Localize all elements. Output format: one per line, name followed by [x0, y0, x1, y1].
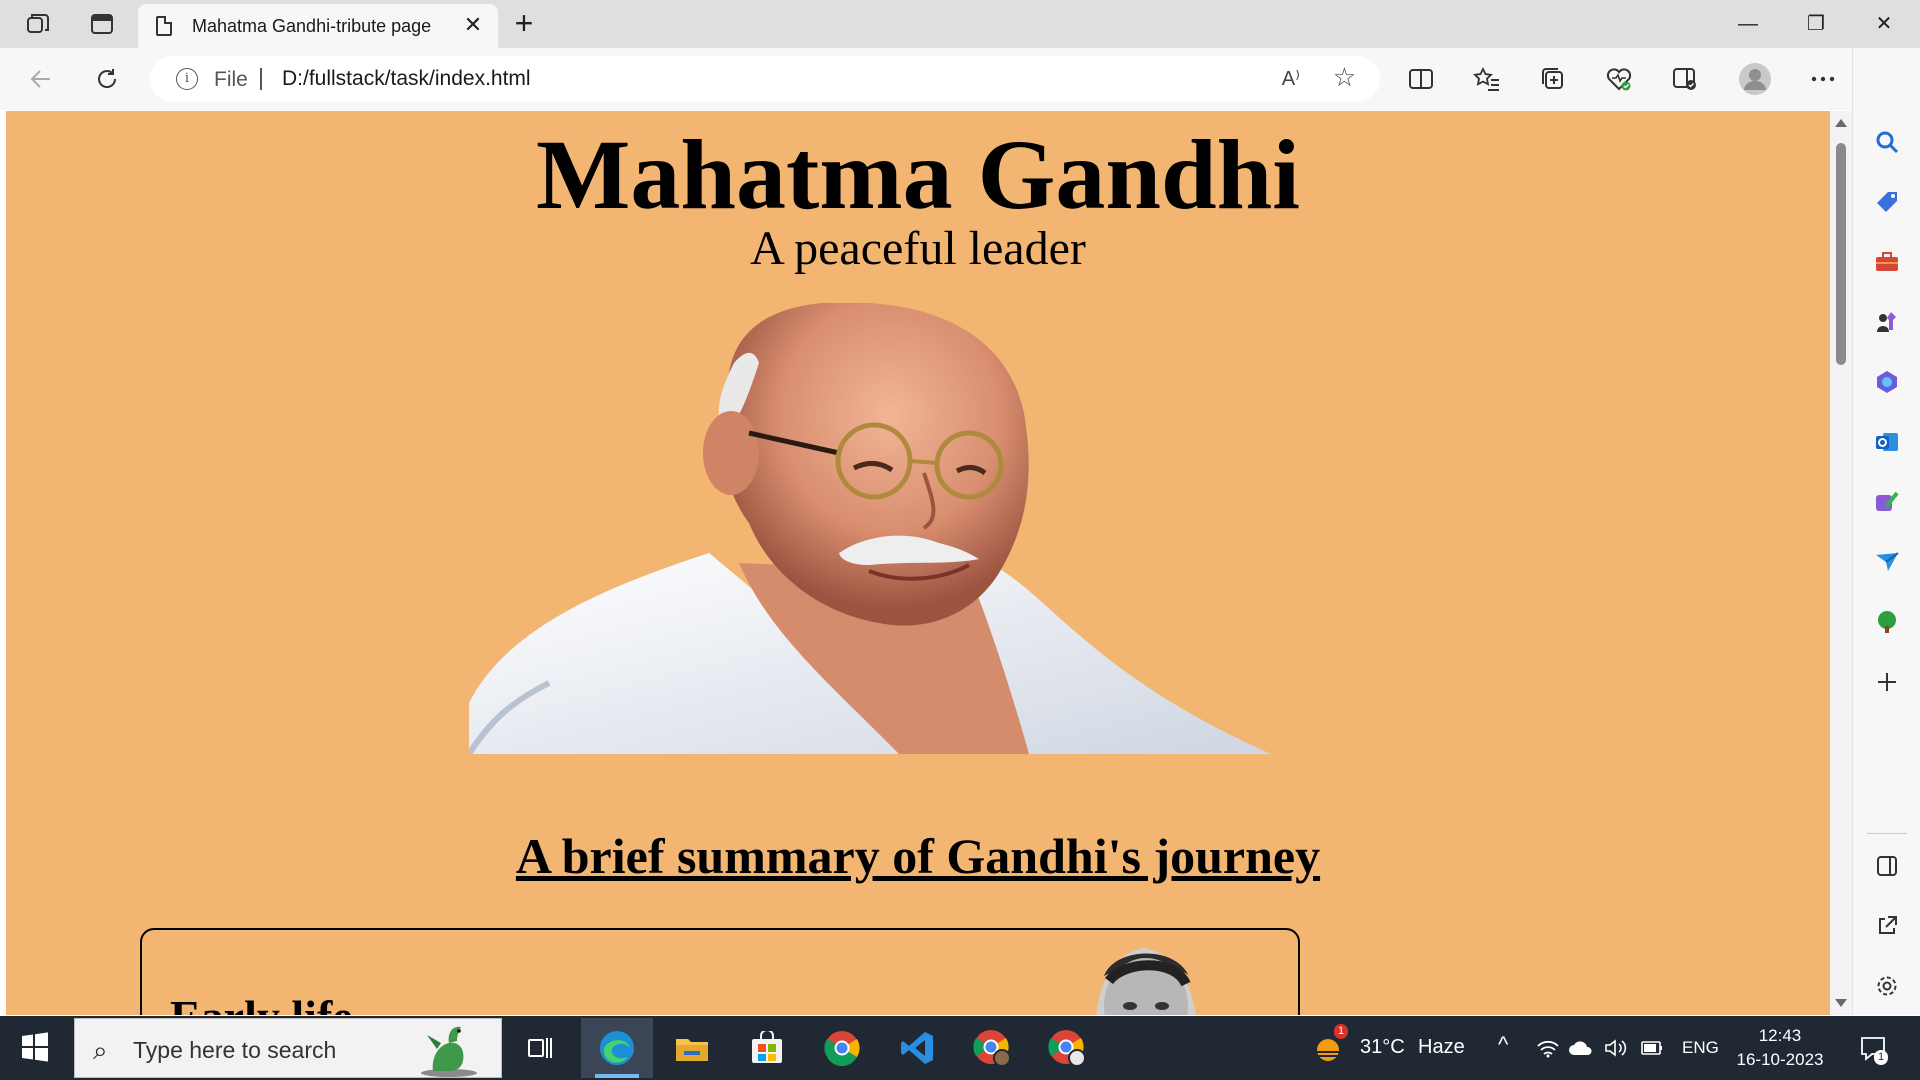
profile-icon[interactable]: [1736, 60, 1774, 98]
outlook-icon[interactable]: [1867, 422, 1907, 462]
address-bar[interactable]: i File D:/fullstack/task/index.html A⁾ ☆: [150, 56, 1380, 102]
favorite-star-icon[interactable]: ☆: [1333, 62, 1356, 93]
sidebar-divider: [1867, 833, 1907, 834]
battery-icon[interactable]: [1638, 1040, 1664, 1056]
page-document-icon: [156, 16, 172, 36]
scroll-up-arrow-icon[interactable]: [1835, 119, 1847, 127]
taskbar-clock[interactable]: 12:43 16-10-2023: [1730, 1024, 1830, 1072]
hide-sidebar-icon[interactable]: [1867, 846, 1907, 886]
page-title: Mahatma Gandhi: [535, 119, 1300, 230]
chrome-icon[interactable]: [806, 1018, 878, 1078]
young-gandhi-photo: [1096, 948, 1197, 1015]
store-icon[interactable]: [731, 1018, 803, 1078]
tab-title: Mahatma Gandhi-tribute page: [192, 16, 432, 36]
volume-icon[interactable]: [1604, 1038, 1628, 1058]
active-tab[interactable]: Mahatma Gandhi-tribute page ✕: [138, 4, 498, 48]
edge-taskbar-icon[interactable]: [581, 1018, 653, 1078]
close-tab-icon[interactable]: ✕: [460, 12, 486, 38]
refresh-icon[interactable]: [88, 60, 126, 98]
send-icon[interactable]: [1867, 542, 1907, 582]
scroll-thumb[interactable]: [1836, 143, 1846, 365]
taskbar-search-placeholder: Type here to search: [133, 1037, 337, 1063]
vertical-scrollbar[interactable]: [1830, 111, 1852, 1015]
microsoft365-icon[interactable]: [1867, 362, 1907, 402]
chrome-profile-icon[interactable]: [956, 1018, 1028, 1078]
task-view-icon[interactable]: [504, 1018, 576, 1078]
windows-taskbar: ⌕ Type here to search 1 31°C Haze ^ ENG …: [0, 1016, 1920, 1080]
site-info-icon[interactable]: i: [176, 68, 198, 90]
tab-actions-icon[interactable]: [86, 8, 118, 40]
browser-toolbar: i File D:/fullstack/task/index.html A⁾ ☆: [0, 48, 1920, 110]
weather-condition[interactable]: Haze: [1418, 1036, 1465, 1059]
url-text[interactable]: D:/fullstack/task/index.html: [282, 67, 531, 91]
weather-badge: 1: [1334, 1024, 1349, 1039]
address-separator: [260, 68, 262, 90]
card-heading: Early life: [170, 990, 353, 1015]
section-title: A brief summary of Gandhi's journey: [515, 828, 1321, 884]
page-viewport: Mahatma Gandhi A peaceful leader A brief…: [6, 111, 1830, 1015]
onedrive-cloud-icon[interactable]: [1568, 1040, 1594, 1056]
copilot-sidebar-icon[interactable]: [1666, 60, 1704, 98]
split-screen-icon[interactable]: [1402, 60, 1440, 98]
windows-start-icon[interactable]: [10, 1030, 58, 1066]
screen: Mahatma Gandhi-tribute page ✕ + — ❐ ✕ i …: [0, 0, 1920, 1080]
taskbar-search-icon: ⌕: [93, 1035, 108, 1065]
early-life-card: Early life: [140, 928, 1300, 1015]
more-icon[interactable]: [1804, 60, 1842, 98]
read-aloud-icon[interactable]: A⁾: [1282, 66, 1300, 91]
new-tab-button[interactable]: +: [508, 7, 540, 40]
settings-icon[interactable]: [1867, 966, 1907, 1006]
collections-icon[interactable]: [1534, 60, 1572, 98]
back-icon[interactable]: [22, 60, 60, 98]
clock-time: 12:43: [1758, 1026, 1802, 1045]
tools-icon[interactable]: [1867, 242, 1907, 282]
weather-temp[interactable]: 31°C: [1360, 1036, 1405, 1059]
title-bar: Mahatma Gandhi-tribute page ✕ + — ❐ ✕: [0, 0, 1920, 48]
tree-icon[interactable]: [1867, 602, 1907, 642]
clock-date: 16-10-2023: [1736, 1050, 1824, 1069]
vscode-icon[interactable]: [881, 1018, 953, 1078]
taskbar-search-box[interactable]: ⌕ Type here to search: [74, 1018, 502, 1078]
minimize-button[interactable]: —: [1718, 6, 1778, 42]
page-subtitle: A peaceful leader: [750, 222, 1086, 275]
close-window-button[interactable]: ✕: [1854, 6, 1914, 42]
network-wifi-icon[interactable]: [1536, 1038, 1560, 1058]
edge-sidebar: [1852, 48, 1920, 1015]
add-icon[interactable]: [1867, 662, 1907, 702]
notification-count-badge: 1: [1874, 1050, 1889, 1065]
gandhi-portrait-image: [469, 303, 1271, 754]
chrome-profile-2-icon[interactable]: [1031, 1018, 1103, 1078]
designer-icon[interactable]: [1867, 482, 1907, 522]
workspaces-icon[interactable]: [22, 8, 54, 40]
search-icon[interactable]: [1867, 122, 1907, 162]
show-hidden-icons-chevron-icon[interactable]: ^: [1498, 1032, 1508, 1058]
language-indicator[interactable]: ENG: [1682, 1038, 1719, 1058]
open-external-icon[interactable]: [1867, 906, 1907, 946]
search-highlight-dragon-icon: [421, 1026, 477, 1077]
scheme-label: File: [214, 68, 248, 91]
favorites-icon[interactable]: [1468, 60, 1506, 98]
edge-active-indicator: [595, 1074, 639, 1078]
scroll-down-arrow-icon[interactable]: [1835, 999, 1847, 1007]
games-icon[interactable]: [1867, 302, 1907, 342]
file-explorer-icon[interactable]: [656, 1018, 728, 1078]
restore-button[interactable]: ❐: [1786, 6, 1846, 42]
shopping-tag-icon[interactable]: [1867, 182, 1907, 222]
browser-essentials-icon[interactable]: [1600, 60, 1638, 98]
